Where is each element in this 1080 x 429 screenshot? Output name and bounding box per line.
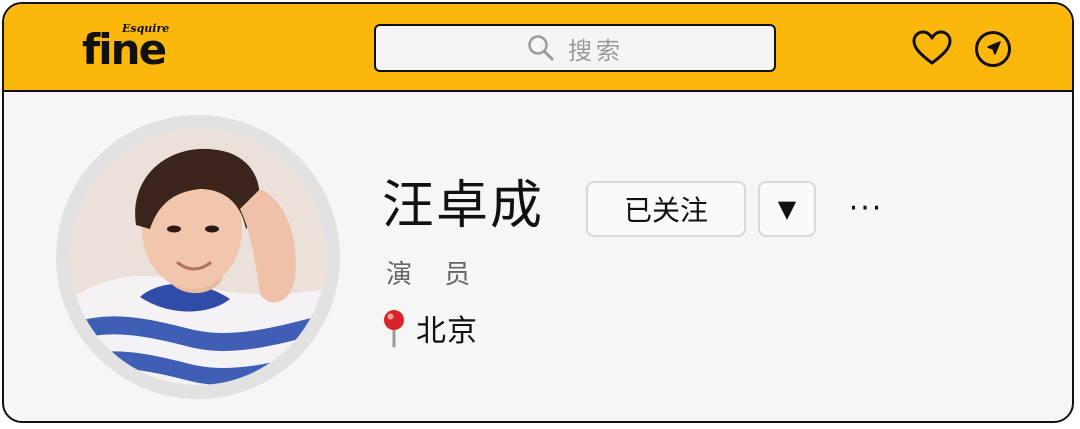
search-icon <box>526 33 556 63</box>
following-button[interactable]: 已关注 <box>586 181 746 237</box>
avatar-frame[interactable] <box>56 115 340 399</box>
logo[interactable]: fine Esquire <box>82 22 182 74</box>
location-text: 北京 <box>416 314 478 349</box>
logo-sub-text: Esquire <box>122 22 170 35</box>
top-bar: fine Esquire 搜索 <box>4 4 1072 92</box>
avatar[interactable] <box>70 129 326 385</box>
profile-occupation: 演 员 <box>386 260 483 290</box>
compass-icon[interactable] <box>974 30 1012 68</box>
search-bar[interactable]: 搜索 <box>374 24 776 72</box>
more-options-button[interactable]: ··· <box>838 190 894 226</box>
search-placeholder: 搜索 <box>568 36 624 65</box>
profile-name: 汪卓成 <box>382 176 545 236</box>
profile-card: fine Esquire 搜索 汪卓成 已关注 ▼ ··· 演 员 北京 <box>2 2 1074 423</box>
profile-location: 北京 <box>380 308 478 349</box>
heart-icon[interactable] <box>912 30 952 66</box>
dropdown-button[interactable]: ▼ <box>758 181 816 237</box>
pin-icon <box>380 308 408 348</box>
